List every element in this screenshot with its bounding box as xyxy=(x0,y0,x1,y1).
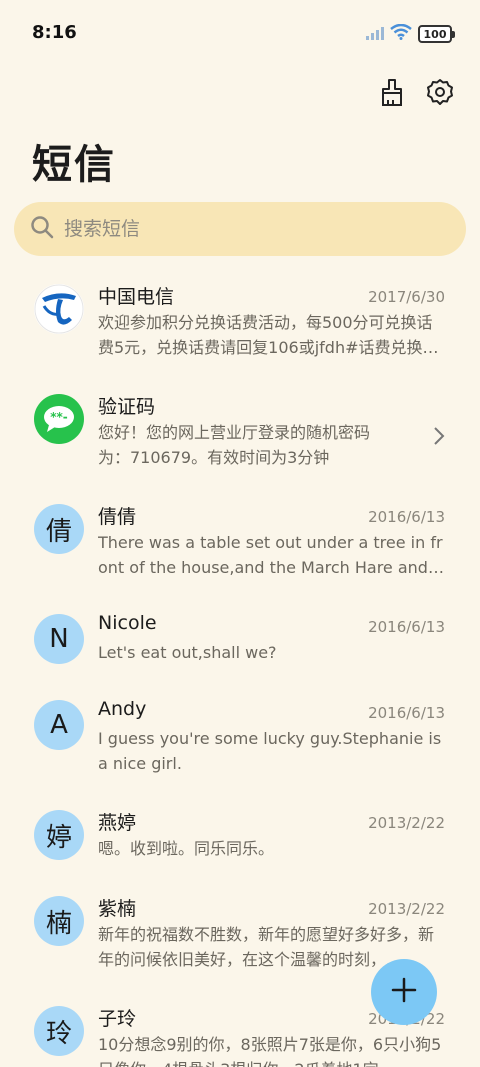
conversation-item[interactable]: 倩 倩倩 2016/6/13 There was a table set out… xyxy=(0,490,480,600)
avatar: 倩 xyxy=(34,504,84,554)
conversation-list: 中国电信 2017/6/30 欢迎参加积分兑换话费活动，每500分可兑换话费5元… xyxy=(0,270,480,1067)
message-date: 2013/2/22 xyxy=(368,900,445,918)
wifi-icon xyxy=(390,23,412,44)
message-bubble-icon: **- xyxy=(34,394,84,444)
sender-name: 紫楠 xyxy=(98,898,137,920)
sender-name: 子玲 xyxy=(98,1008,137,1030)
sender-name: 验证码 xyxy=(98,396,156,418)
avatar: A xyxy=(34,700,84,750)
message-date: 2016/6/13 xyxy=(368,508,445,526)
settings-button[interactable] xyxy=(424,78,456,110)
gear-icon xyxy=(426,78,454,110)
message-date: 2016/6/13 xyxy=(368,704,445,722)
message-preview: 欢迎参加积分兑换话费活动，每500分可兑换话费5元，兑换话费请回复106或jfd… xyxy=(98,313,439,357)
message-preview: 您好！您的网上营业厅登录的随机密码为：710679。有效时间为3分钟 xyxy=(98,423,371,467)
message-preview: I guess you're some lucky guy.Stephanie … xyxy=(98,729,442,773)
conversation-item[interactable]: A Andy 2016/6/13 I guess you're some luc… xyxy=(0,686,480,796)
page-title: 短信 xyxy=(32,142,116,188)
status-icons: 100 xyxy=(366,23,455,44)
avatar: 楠 xyxy=(34,896,84,946)
search-input[interactable] xyxy=(64,218,424,240)
conversation-item[interactable]: N Nicole 2016/6/13 Let's eat out,shall w… xyxy=(0,600,480,686)
avatar: 婷 xyxy=(34,810,84,860)
chevron-right-icon xyxy=(433,426,445,450)
sender-name: 倩倩 xyxy=(98,506,137,528)
toolbar xyxy=(376,78,456,110)
sender-name: 燕婷 xyxy=(98,812,137,834)
conversation-item[interactable]: **- 验证码 您好！您的网上营业厅登录的随机密码为：710679。有效时间为3… xyxy=(0,380,480,490)
brush-icon xyxy=(378,77,406,111)
new-message-button[interactable] xyxy=(371,959,437,1025)
signal-icon xyxy=(366,25,384,44)
search-icon xyxy=(30,215,54,243)
clean-brush-button[interactable] xyxy=(376,78,408,110)
message-preview: There was a table set out under a tree i… xyxy=(98,533,443,577)
conversation-item[interactable]: 中国电信 2017/6/30 欢迎参加积分兑换话费活动，每500分可兑换话费5元… xyxy=(0,270,480,380)
message-preview: 10分想念9别的你，8张照片7张是你，6只小狗5只像你，4根骨头3根归你，2爪着… xyxy=(98,1035,442,1067)
avatar: N xyxy=(34,614,84,664)
sender-name: 中国电信 xyxy=(98,286,175,308)
status-bar: 8:16 100 xyxy=(0,0,480,68)
svg-text:**-: **- xyxy=(50,410,68,424)
china-telecom-logo xyxy=(34,284,84,334)
message-preview: 嗯。收到啦。同乐同乐。 xyxy=(98,839,275,858)
sender-name: Andy xyxy=(98,698,147,720)
message-preview: Let's eat out,shall we? xyxy=(98,643,277,662)
battery-icon: 100 xyxy=(418,25,455,43)
message-date: 2017/6/30 xyxy=(368,288,445,306)
message-date: 2016/6/13 xyxy=(368,618,445,636)
search-bar[interactable] xyxy=(14,202,466,256)
sender-name: Nicole xyxy=(98,612,157,634)
conversation-item[interactable]: 婷 燕婷 2013/2/22 嗯。收到啦。同乐同乐。 xyxy=(0,796,480,882)
status-time: 8:16 xyxy=(32,22,77,43)
avatar: 玲 xyxy=(34,1006,84,1056)
plus-icon xyxy=(391,977,417,1007)
message-date: 2013/2/22 xyxy=(368,814,445,832)
